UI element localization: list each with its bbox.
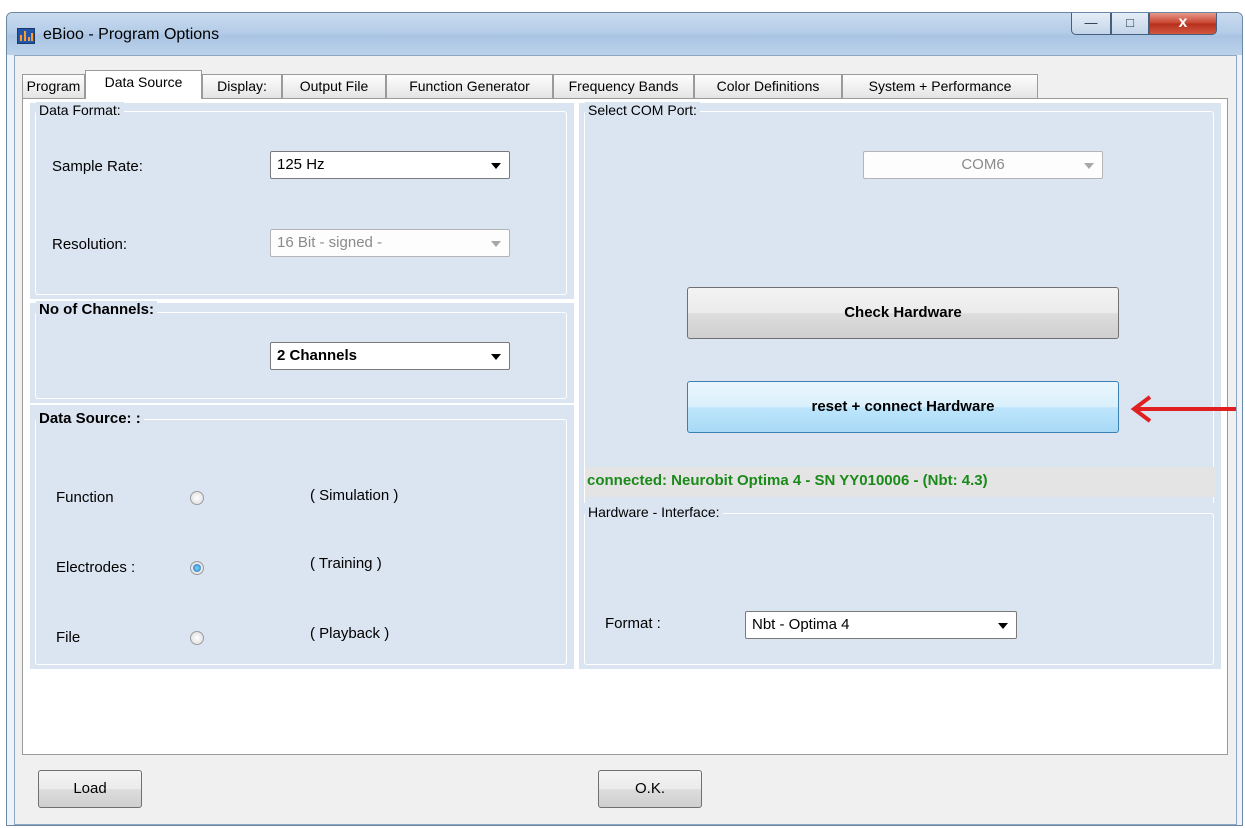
format-label: Format : <box>605 615 661 632</box>
source-electrodes-desc: ( Training ) <box>310 555 382 572</box>
format-select[interactable]: Nbt - Optima 4 <box>745 611 1017 639</box>
com-port-select[interactable]: COM6 <box>863 151 1103 179</box>
source-electrodes-label: Electrodes : <box>56 559 136 576</box>
data-format-panel: Data Format: Sample Rate: 125 Hz Resolut… <box>30 102 574 299</box>
com-port-value: COM6 <box>961 156 1005 173</box>
source-function-desc: ( Simulation ) <box>310 487 399 504</box>
channels-title: No of Channels: <box>36 301 157 318</box>
chevron-down-icon <box>1084 163 1094 169</box>
hardware-interface-panel: Hardware - Interface: Format : Nbt - Opt… <box>579 503 1221 669</box>
channels-value: 2 Channels <box>277 347 358 364</box>
source-function-label: Function <box>56 489 114 506</box>
com-port-panel: Select COM Port: COM6 Check Hardware res… <box>579 102 1221 515</box>
chevron-down-icon <box>491 241 501 247</box>
sample-rate-label: Sample Rate: <box>52 158 143 175</box>
channels-panel: No of Channels: 2 Channels <box>30 301 574 403</box>
tab-frequency-bands[interactable]: Frequency Bands <box>553 74 694 98</box>
load-button[interactable]: Load <box>38 770 142 808</box>
tab-output-file[interactable]: Output File <box>282 74 386 98</box>
program-options-window: eBioo - Program Options — □ x Program Da… <box>6 12 1243 826</box>
red-arrow-annotation-icon <box>1130 395 1236 423</box>
resolution-label: Resolution: <box>52 236 128 253</box>
window-title: eBioo - Program Options <box>43 26 220 43</box>
maximize-icon[interactable]: □ <box>1111 13 1149 35</box>
app-icon <box>17 28 35 44</box>
tab-data-source[interactable]: Data Source <box>85 70 202 99</box>
source-file-radio[interactable] <box>190 631 204 645</box>
sample-rate-select[interactable]: 125 Hz <box>270 151 510 179</box>
resolution-value: 16 Bit - signed - <box>277 234 383 251</box>
data-source-panel: Data Source: : Function ( Simulation ) E… <box>30 405 574 669</box>
data-format-title: Data Format: <box>36 102 124 118</box>
channels-select[interactable]: 2 Channels <box>270 342 510 370</box>
ok-button[interactable]: O.K. <box>598 770 702 808</box>
title-bar[interactable]: eBioo - Program Options — □ x <box>7 13 1242 55</box>
check-hardware-button[interactable]: Check Hardware <box>687 287 1119 339</box>
source-electrodes-radio[interactable] <box>190 561 204 575</box>
resolution-select[interactable]: 16 Bit - signed - <box>270 229 510 257</box>
source-file-desc: ( Playback ) <box>310 625 390 642</box>
tab-panel-data-source: Data Format: Sample Rate: 125 Hz Resolut… <box>22 98 1228 755</box>
connection-status-text: connected: Neurobit Optima 4 - SN YY0100… <box>587 472 988 489</box>
com-port-title: Select COM Port: <box>585 102 700 118</box>
chevron-down-icon <box>491 163 501 169</box>
sample-rate-value: 125 Hz <box>277 156 325 173</box>
tab-system-performance[interactable]: System + Performance <box>842 74 1038 98</box>
hardware-interface-title: Hardware - Interface: <box>585 504 723 520</box>
chevron-down-icon <box>998 623 1008 629</box>
dialog-client-area: Program Data Source Display: Output File… <box>14 55 1237 825</box>
tab-display[interactable]: Display: <box>202 74 282 98</box>
tab-program[interactable]: Program <box>22 74 85 98</box>
status-bar-background: connected: Neurobit Optima 4 - SN YY0100… <box>585 467 1216 497</box>
tab-color-definitions[interactable]: Color Definitions <box>694 74 842 98</box>
chevron-down-icon <box>491 354 501 360</box>
close-icon[interactable]: x <box>1149 13 1217 35</box>
minimize-icon[interactable]: — <box>1071 13 1111 35</box>
tab-function-generator[interactable]: Function Generator <box>386 74 553 98</box>
reset-connect-hardware-button[interactable]: reset + connect Hardware <box>687 381 1119 433</box>
format-value: Nbt - Optima 4 <box>752 616 850 633</box>
data-source-title: Data Source: : <box>36 410 144 427</box>
source-function-radio[interactable] <box>190 491 204 505</box>
source-file-label: File <box>56 629 81 646</box>
